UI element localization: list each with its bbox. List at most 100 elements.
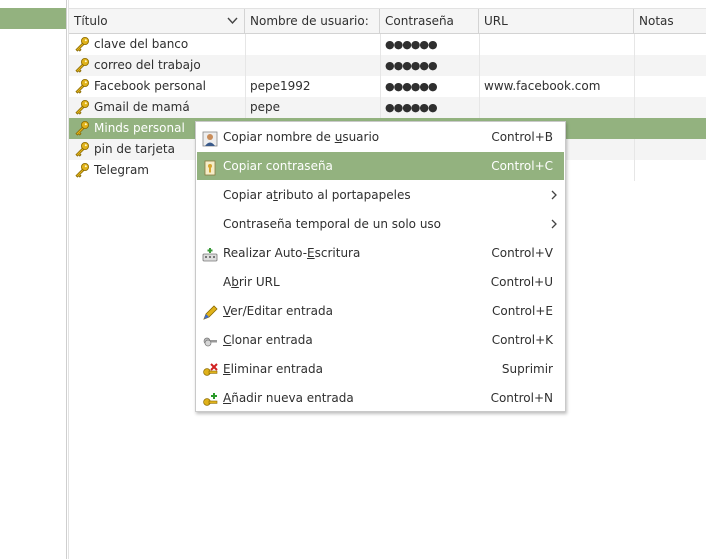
cell-title: clave del banco — [69, 34, 245, 55]
mnemonic-letter: A — [223, 391, 232, 405]
cell-text: correo del trabajo — [94, 58, 201, 72]
label-part: liminar entrada — [230, 362, 323, 376]
user-copy-icon — [202, 129, 218, 147]
label-part: lonar entrada — [231, 333, 313, 347]
context-menu: Copiar nombre de usuario Control+B Copiar … — [195, 121, 566, 412]
menu-item-copiar-atributo-al-portapapeles[interactable]: Copiar atributo al portapapeles — [197, 181, 564, 209]
label-part: er/Editar entrada — [230, 304, 333, 318]
menu-item-label: Eliminar entrada — [223, 355, 323, 383]
cell-username: pepe1992 — [245, 76, 380, 97]
cell-password: ●●●●●● — [380, 76, 479, 97]
cell-password: ●●●●●● — [380, 34, 479, 55]
menu-item-label: Abrir URL — [223, 268, 280, 296]
label-part: Copiar contraseña — [223, 159, 333, 173]
menu-item-copiar-contrasena[interactable]: Copiar contraseña Control+C — [197, 152, 564, 180]
pane-splitter[interactable] — [66, 0, 67, 559]
menu-item-label: Añadir nueva entrada — [223, 384, 354, 412]
table-row[interactable]: Facebook personal pepe1992 ●●●●●● www.faceb… — [69, 76, 706, 97]
add-entry-icon — [202, 390, 218, 406]
menu-item-contrasena-temporal-de-un-solo-uso[interactable]: Contraseña temporal de un solo uso — [197, 210, 564, 238]
menu-shortcut: Control+K — [491, 333, 553, 347]
menu-item-label: Copiar atributo al portapapeles — [223, 181, 411, 209]
clone-entry-icon — [202, 332, 218, 348]
label-part: suario — [342, 130, 380, 144]
menu-item-label: Clonar entrada — [223, 326, 313, 354]
label-part: ributo al portapapeles — [277, 188, 411, 202]
cell-username: pepe — [245, 97, 380, 118]
cell-text: pepe1992 — [250, 79, 311, 93]
table-row[interactable]: clave del banco ●●●●●● — [69, 34, 706, 55]
key-icon — [74, 36, 90, 52]
key-icon — [74, 141, 90, 157]
column-header-password[interactable]: Contraseña — [380, 9, 479, 33]
cell-url — [479, 97, 634, 118]
menu-item-realizar-auto-escritura[interactable]: Realizar Auto-Escritura Control+V — [197, 239, 564, 267]
keyboard-icon — [202, 245, 218, 262]
cell-notes — [634, 118, 706, 139]
cell-url — [479, 34, 634, 55]
cell-text: www.facebook.com — [484, 79, 601, 93]
cell-text: ●●●●●● — [385, 101, 438, 114]
column-header-title[interactable]: Título — [69, 9, 245, 33]
menu-item-label: Ver/Editar entrada — [223, 297, 333, 325]
key-icon — [74, 57, 90, 73]
cell-notes — [634, 55, 706, 76]
cell-notes — [634, 34, 706, 55]
menu-shortcut: Control+V — [491, 246, 553, 260]
menu-item-ver-editar-entrada[interactable]: Ver/Editar entrada Control+E — [197, 297, 564, 325]
label-part: Copiar a — [223, 188, 274, 202]
menu-item-copiar-nombre-de-usuario[interactable]: Copiar nombre de usuario Control+B — [197, 123, 564, 151]
delete-entry-icon — [202, 361, 218, 377]
menu-item-eliminar-entrada[interactable]: Eliminar entrada Suprimir — [197, 355, 564, 383]
menu-item-clonar-entrada[interactable]: Clonar entrada Control+K — [197, 326, 564, 354]
key-icon — [74, 162, 90, 178]
table-header: Título Nombre de usuario: Contraseña URL… — [69, 8, 706, 34]
cell-notes — [634, 97, 706, 118]
cell-title: correo del trabajo — [69, 55, 245, 76]
cell-text: pin de tarjeta — [94, 142, 175, 156]
label-part: scritura — [314, 246, 361, 260]
menu-shortcut: Control+B — [491, 130, 553, 144]
menu-shortcut: Control+U — [490, 275, 553, 289]
menu-item-abrir-url[interactable]: Abrir URL Control+U — [197, 268, 564, 296]
selected-group[interactable] — [0, 8, 66, 29]
cell-text: ●●●●●● — [385, 59, 438, 72]
password-copy-icon — [202, 158, 218, 176]
menu-item-label: Copiar contraseña — [223, 152, 333, 180]
cell-text: ●●●●●● — [385, 38, 438, 51]
cell-username — [245, 55, 380, 76]
mnemonic-letter: E — [223, 362, 231, 376]
cell-text: pepe — [250, 100, 280, 114]
menu-shortcut: Suprimir — [501, 362, 553, 376]
cell-text: Minds personal — [94, 121, 185, 135]
column-header-username[interactable]: Nombre de usuario: — [245, 9, 380, 33]
menu-item-label: Contraseña temporal de un solo uso — [223, 210, 441, 238]
label-part: Contraseña temporal de un solo uso — [223, 217, 442, 231]
mnemonic-letter: b — [231, 275, 239, 289]
menu-item-anadir-nueva-entrada[interactable]: Añadir nueva entrada Control+N — [197, 384, 564, 412]
key-icon — [74, 99, 90, 115]
menu-item-label: Copiar nombre de usuario — [223, 123, 379, 151]
label-part: rir URL — [238, 275, 280, 289]
cell-text: Facebook personal — [94, 79, 207, 93]
cell-title: Gmail de mamá — [69, 97, 245, 118]
cell-url: www.facebook.com — [479, 76, 634, 97]
cell-notes — [634, 160, 706, 181]
column-header-url[interactable]: URL — [479, 9, 634, 33]
menu-shortcut: Control+C — [491, 159, 553, 173]
cell-username — [245, 34, 380, 55]
cell-text: Gmail de mamá — [94, 100, 190, 114]
cell-url — [479, 55, 634, 76]
mnemonic-letter: E — [307, 246, 315, 260]
label-part: Copiar nombre de — [223, 130, 335, 144]
cell-title: Facebook personal — [69, 76, 245, 97]
cell-text: clave del banco — [94, 37, 189, 51]
cell-text: ●●●●●● — [385, 80, 438, 93]
label-part: Realizar Auto- — [223, 246, 308, 260]
groups-pane[interactable] — [0, 0, 66, 559]
table-row[interactable]: Gmail de mamá pepe ●●●●●● — [69, 97, 706, 118]
column-header-notes[interactable]: Notas — [634, 9, 706, 33]
table-row[interactable]: correo del trabajo ●●●●●● — [69, 55, 706, 76]
edit-entry-icon — [202, 303, 218, 320]
key-icon — [74, 120, 90, 136]
